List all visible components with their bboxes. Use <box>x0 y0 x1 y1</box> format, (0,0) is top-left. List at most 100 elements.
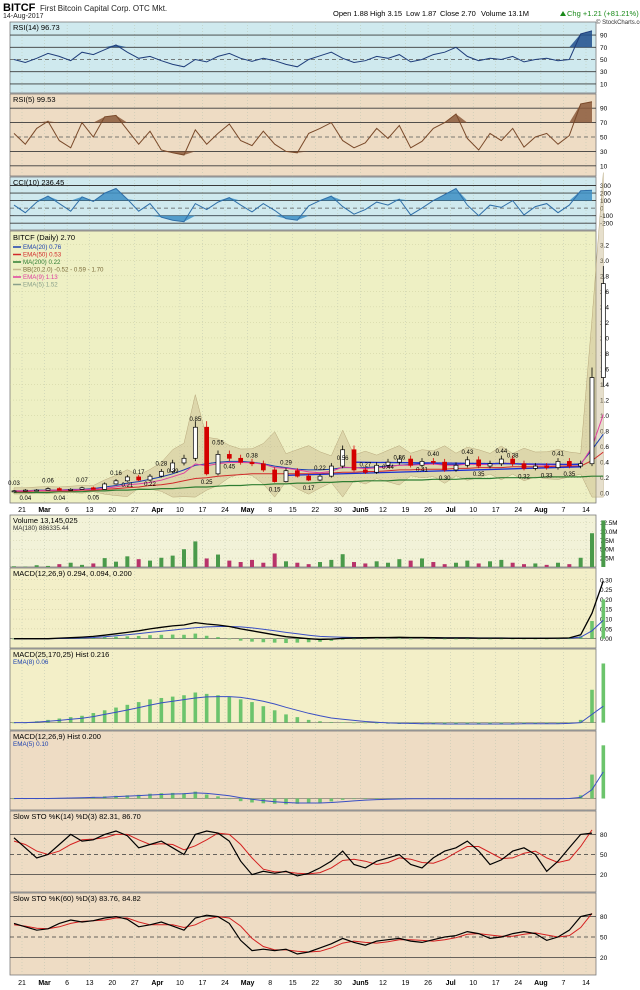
candle-body-6 <box>79 487 85 490</box>
candle-body-32 <box>374 464 380 473</box>
sto-level-label-9-1: 50 <box>600 935 608 942</box>
volume-bar-33 <box>386 562 390 567</box>
macd-hist-bar-5-35 <box>408 638 413 640</box>
xlabel-bot-11: 8 <box>268 980 272 987</box>
candle-body-38 <box>442 461 448 471</box>
volume-bar-47 <box>544 564 549 567</box>
macd-hist-bar-7-17 <box>204 794 209 799</box>
macd-hist-bar-6-30 <box>352 722 356 724</box>
volume-bar-19 <box>227 560 232 567</box>
volume-bar-13 <box>159 557 164 567</box>
candle-body-25 <box>294 470 300 477</box>
volume-bar-40 <box>465 560 470 567</box>
legend-entry-0: EMA(20) 0.76 <box>23 244 62 251</box>
macd-hist-bar-5-43 <box>499 638 504 640</box>
legend-entry-4: EMA(9) 1.13 <box>23 274 58 281</box>
candle-body-48 <box>555 461 561 468</box>
candle-body-35 <box>408 458 414 466</box>
volume-bar-3 <box>46 565 50 567</box>
volume-bar-44 <box>510 562 515 567</box>
macd-hist-bar-6-14 <box>170 696 175 723</box>
xlabel-bot-10: May <box>241 980 255 987</box>
macd-hist-bar-5-41 <box>476 638 481 640</box>
xlabel-bot-18: 26 <box>424 980 432 987</box>
xlabel-mid-18: 26 <box>424 507 432 514</box>
macd-hist-bar-7-32 <box>374 798 379 800</box>
macd-hist-bar-6-18 <box>216 695 220 723</box>
candle-body-4 <box>56 488 62 491</box>
xlabel-mid-6: Apr <box>151 507 163 514</box>
xlabel-bot-6: Apr <box>151 980 163 987</box>
candle-body-21 <box>249 461 255 465</box>
macd-hist-bar-6-9 <box>114 707 118 723</box>
macd-hist-bar-6-12 <box>148 699 152 723</box>
macd-hist-bar-5-19 <box>227 638 232 640</box>
price-annotation-3: 0.04 <box>53 496 65 502</box>
macd-hist-bar-7-29 <box>340 798 345 800</box>
candle-body-0 <box>11 490 17 493</box>
xlabel-bot-13: 22 <box>311 980 319 987</box>
xlabel-mid-5: 27 <box>131 507 139 514</box>
sto-level-label-8-0: 80 <box>600 832 608 839</box>
macd-hist-bar-5-10 <box>125 636 130 639</box>
volume-bar-31 <box>363 563 368 567</box>
macd-hist-bar-6-28 <box>329 722 334 723</box>
header-close: Close 2.70 <box>440 9 476 18</box>
sto-level-label-9-2: 20 <box>600 955 608 962</box>
macd-title-5: MACD(12,26,9) 0.294, 0.094, 0.200 <box>13 569 132 578</box>
xlabel-mid-21: 17 <box>492 507 500 514</box>
macd-hist-bar-6-23 <box>272 710 277 723</box>
price-annotation-9: 0.22 <box>144 482 156 488</box>
volume-bar-36 <box>420 558 424 567</box>
xlabel-mid-2: 6 <box>65 507 69 514</box>
macd-hist-bar-5-37 <box>431 638 436 640</box>
macd-hist-bar-5-48 <box>556 638 560 640</box>
macd-hist-bar-7-31 <box>363 798 368 800</box>
xlabel-mid-22: 24 <box>514 507 522 514</box>
price-annotation-31: 0.32 <box>518 474 530 480</box>
volume-bar-45 <box>522 564 526 567</box>
volume-bar-11 <box>136 559 141 567</box>
price-annotation-11: 0.39 <box>167 469 179 475</box>
xlabel-bot-22: 24 <box>514 980 522 987</box>
panel-6 <box>9 648 597 731</box>
xlabel-mid-25: 14 <box>582 507 590 514</box>
macd-hist-bar-6-19 <box>227 696 232 723</box>
xlabel-bot-8: 17 <box>199 980 207 987</box>
macd-hist-bar-5-22 <box>261 638 266 643</box>
xlabel-mid-23: Aug <box>534 507 548 514</box>
macd-hist-bar-5-49 <box>567 638 572 640</box>
volume-bar-22 <box>261 562 266 567</box>
level-label-2-0: 300 <box>600 183 611 190</box>
price-annotation-21: 0.56 <box>337 456 349 462</box>
candle-body-46 <box>532 465 538 469</box>
volume-bar-21 <box>250 559 254 567</box>
xlabel-mid-13: 22 <box>311 507 319 514</box>
macd-hist-bar-5-14 <box>170 634 175 639</box>
xlabel-mid-4: 20 <box>108 507 116 514</box>
header-company: First Bitcoin Capital Corp. OTC Mkt. <box>40 4 167 13</box>
level-label-1-0: 90 <box>600 106 608 113</box>
macd-hist-bar-6-26 <box>306 719 311 723</box>
volume-bar-52 <box>601 520 606 567</box>
candle-body-5 <box>68 489 74 491</box>
legend-entry-2: MA(200) 0.22 <box>23 259 61 266</box>
volume-bar-24 <box>284 561 288 567</box>
candle-body-19 <box>226 454 232 459</box>
candle-body-40 <box>464 459 470 466</box>
candle-body-44 <box>510 458 516 465</box>
xlabel-mid-3: 13 <box>86 507 94 514</box>
volume-bar-30 <box>352 562 356 567</box>
panel-9 <box>9 892 597 976</box>
macd-hist-bar-5-34 <box>397 638 402 640</box>
xlabel-mid-19: Jul <box>446 507 456 514</box>
panel-7 <box>9 730 597 811</box>
candle-body-10 <box>124 476 130 482</box>
price-annotation-19: 0.17 <box>303 486 315 492</box>
volume-bar-18 <box>216 554 220 567</box>
volume-bar-34 <box>397 559 402 567</box>
xlabel-bot-1: Mar <box>38 980 51 987</box>
xlabel-mid-0: 21 <box>18 507 26 514</box>
candle-body-1 <box>22 489 28 492</box>
xlabel-bot-5: 27 <box>131 980 139 987</box>
